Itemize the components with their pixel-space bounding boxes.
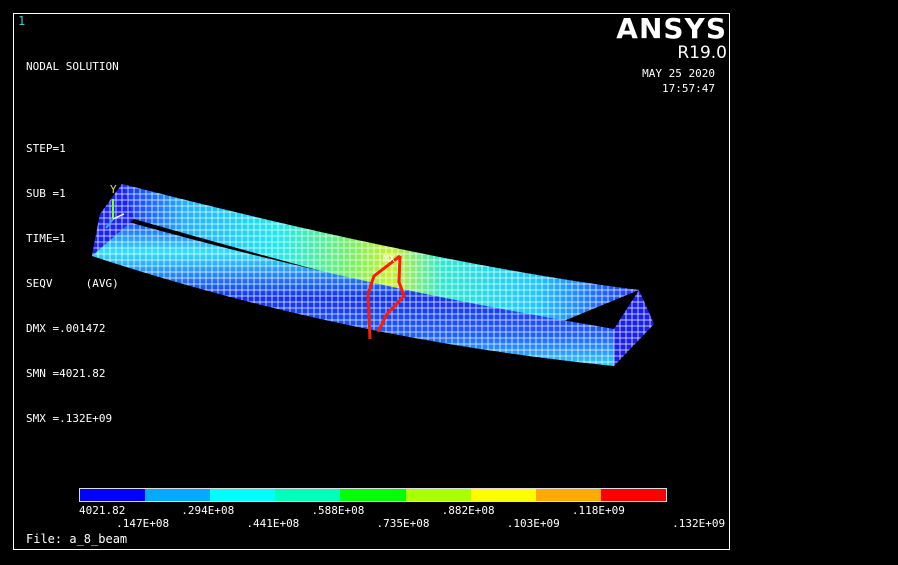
legend-segment-3 [210, 489, 276, 501]
legend-segment-8 [535, 489, 601, 501]
legend-label: .132E+09 [672, 517, 726, 530]
legend-label: .882E+08 [441, 504, 495, 517]
file-name: File: a_8_beam [26, 532, 128, 546]
contour-legend-bar [79, 488, 667, 502]
legend-segment-9 [600, 489, 666, 501]
legend-label: .294E+08 [181, 504, 235, 517]
legend-segment-2 [145, 489, 211, 501]
legend-segment-7 [470, 489, 536, 501]
beam-model[interactable]: MX Y [14, 14, 729, 549]
legend-label: .103E+09 [506, 517, 560, 530]
legend-label: .588E+08 [311, 504, 365, 517]
legend-segment-6 [405, 489, 471, 501]
legend-label: .118E+09 [571, 504, 625, 517]
legend-label: .147E+08 [116, 517, 170, 530]
graphics-viewport[interactable]: 1 NODAL SOLUTION STEP=1 SUB =1 TIME=1 SE… [13, 13, 730, 550]
legend-label: .441E+08 [246, 517, 300, 530]
max-marker-label: MX [383, 254, 395, 265]
legend-segment-1 [80, 489, 146, 501]
legend-segment-4 [275, 489, 341, 501]
beam-end-mesh [614, 290, 654, 366]
triad-y-label: Y [110, 183, 117, 196]
legend-label: .735E+08 [376, 517, 430, 530]
legend-segment-5 [340, 489, 406, 501]
